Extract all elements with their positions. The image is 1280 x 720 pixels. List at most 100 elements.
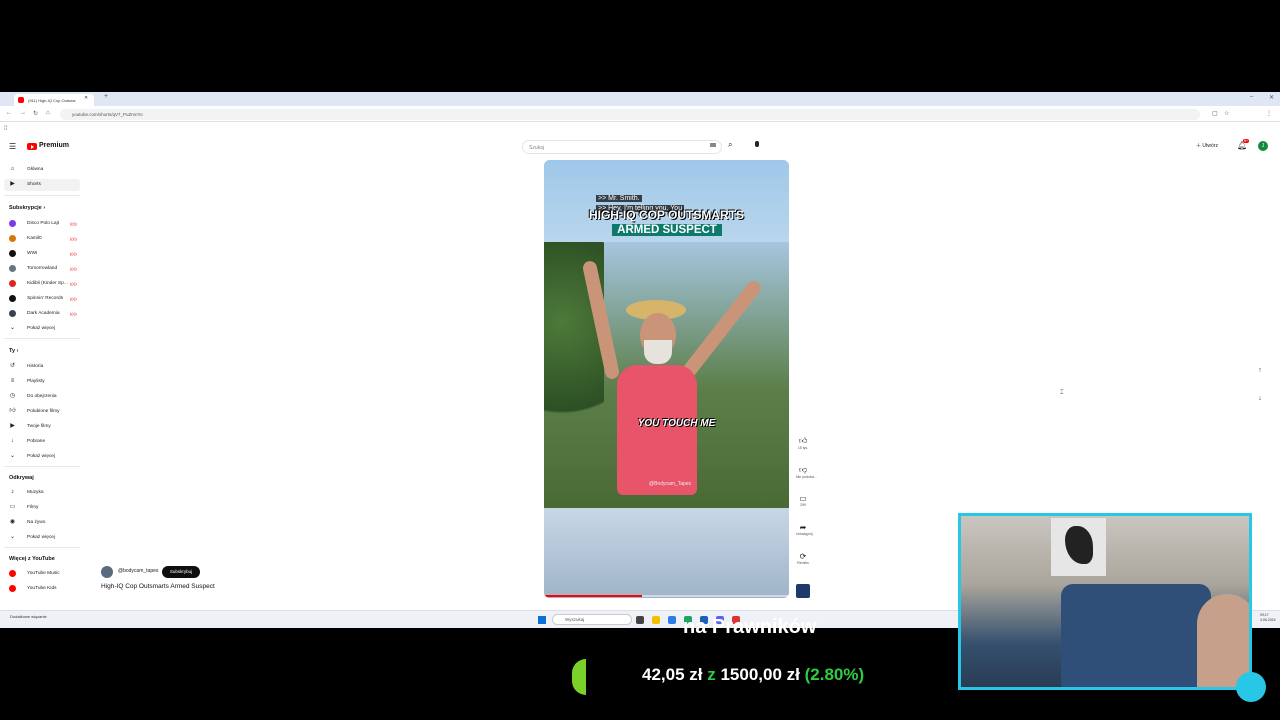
tab-close-icon[interactable]: ✕ bbox=[84, 95, 88, 101]
subscription-item[interactable]: WWI ((•)) bbox=[4, 248, 80, 260]
comment-icon: ▭ bbox=[799, 494, 807, 503]
show-more-button[interactable]: ⌄ Pokaż więcej bbox=[4, 451, 80, 463]
donation-amount: 42,05 zł z 1500,00 zł (2.80%) bbox=[642, 665, 864, 685]
subscription-item[interactable]: Kamil0 ((•)) bbox=[4, 233, 80, 245]
channel-name[interactable]: @bodycam_tapes bbox=[118, 568, 158, 574]
progress-bar[interactable] bbox=[544, 595, 789, 597]
video-title[interactable]: High-IQ Cop Outsmarts Armed Suspect bbox=[101, 583, 215, 590]
video-overlay-title: ARMED SUSPECT bbox=[612, 224, 722, 236]
logo-text[interactable]: Premium bbox=[39, 142, 69, 149]
apps-grid-icon[interactable]: ⁞⁞ bbox=[4, 126, 7, 132]
taskbar-weather[interactable]: Dodatkowe wiązanie bbox=[10, 614, 47, 619]
sidebar-item-history[interactable]: ↺ Historia bbox=[4, 361, 80, 373]
youtube-music-icon bbox=[9, 570, 16, 577]
browser-menu-icon[interactable]: ⋮ bbox=[1266, 110, 1272, 117]
divider bbox=[4, 547, 80, 548]
sidebar-item-shorts[interactable]: ▶ Shorts bbox=[4, 179, 80, 191]
subscriptions-heading-label: Subskrypcje bbox=[9, 205, 42, 211]
live-indicator-icon: ((•)) bbox=[70, 296, 77, 301]
progress-fill bbox=[544, 595, 642, 597]
previous-short-arrow-up-icon[interactable]: ↑ bbox=[1254, 367, 1266, 379]
back-icon[interactable]: ← bbox=[6, 110, 12, 116]
sidebar-item-label: Historia bbox=[27, 364, 44, 369]
windows-start-icon[interactable] bbox=[538, 616, 546, 624]
next-short-arrow-down-icon[interactable]: ↓ bbox=[1254, 395, 1266, 407]
show-more-button[interactable]: ⌄ Pokaż więcej bbox=[4, 323, 80, 335]
sidebar-item-label: YouTube Music bbox=[27, 571, 60, 576]
sidebar-item-downloads[interactable]: ↓ Pobrane bbox=[4, 436, 80, 448]
tab-title: (911) High-IQ Cop Outsma bbox=[28, 98, 76, 103]
minimize-icon[interactable]: – bbox=[1250, 94, 1253, 100]
search-input[interactable]: Szukaj bbox=[522, 140, 722, 154]
like-button[interactable]: 👍︎ 15 tys. bbox=[796, 436, 810, 450]
home-browser-icon[interactable]: ⌂ bbox=[46, 110, 50, 116]
subscription-item[interactable]: Dark Academia ((•)) bbox=[4, 308, 80, 320]
sidebar-item-label: YouTube Kids bbox=[27, 586, 57, 591]
comments-button[interactable]: ▭ 299 bbox=[796, 494, 810, 507]
you-heading[interactable]: Ty › bbox=[9, 348, 18, 354]
search-icon[interactable]: ⌕ bbox=[728, 140, 732, 150]
sidebar-item-music[interactable]: ♪ Muzyka bbox=[4, 487, 80, 499]
edge-browser-icon[interactable] bbox=[668, 616, 676, 624]
channel-avatar bbox=[9, 220, 16, 227]
keyboard-icon[interactable] bbox=[710, 143, 716, 147]
youtube-header: ☰ Premium Szukaj ⌕ ＋ Utwórz 🔔︎ 9+ J bbox=[0, 136, 1280, 158]
sidebar-item-your-videos[interactable]: ▶ Twoje filmy bbox=[4, 421, 80, 433]
sidebar-item-live[interactable]: ◉ Na żywo bbox=[4, 517, 80, 529]
extension-icon[interactable]: ▢ bbox=[1212, 110, 1218, 117]
video-burned-subtitle: YOU TOUCH ME bbox=[637, 418, 716, 429]
shorts-icon: ▶ bbox=[10, 181, 15, 187]
bookmark-star-icon[interactable]: ☆ bbox=[1224, 110, 1229, 117]
browser-tab[interactable]: (911) High-IQ Cop Outsma bbox=[14, 94, 94, 106]
forward-icon[interactable]: → bbox=[20, 110, 26, 116]
subscription-item[interactable]: Disco Polo Lajt ((•)) bbox=[4, 218, 80, 230]
sidebar-item-youtube-kids[interactable]: YouTube Kids bbox=[4, 583, 80, 595]
file-explorer-icon[interactable] bbox=[652, 616, 660, 624]
microphone-icon[interactable] bbox=[754, 141, 760, 151]
avatar[interactable]: J bbox=[1258, 141, 1268, 151]
sidebar-item-home[interactable]: ⌂ Główna bbox=[4, 164, 80, 176]
close-window-icon[interactable]: ✕ bbox=[1269, 94, 1274, 101]
subscription-label: Kamil0 bbox=[27, 236, 42, 241]
youtube-favicon-icon bbox=[18, 97, 24, 103]
sound-thumbnail[interactable] bbox=[796, 584, 810, 598]
subscription-item[interactable]: Kidibli (Kinder Sp... ((•)) bbox=[4, 278, 80, 290]
clock-icon: ◷ bbox=[9, 393, 16, 399]
playlist-icon: ≡ bbox=[10, 378, 15, 384]
create-button[interactable]: ＋ Utwórz bbox=[1196, 142, 1218, 149]
channel-avatar bbox=[9, 250, 16, 257]
new-tab-icon[interactable]: + bbox=[104, 93, 108, 100]
sidebar-item-playlists[interactable]: ≡ Playlisty bbox=[4, 376, 80, 388]
subscribe-button[interactable]: Subskrybuj bbox=[162, 566, 200, 578]
sidebar-item-youtube-music[interactable]: YouTube Music bbox=[4, 568, 80, 580]
browser-tabstrip: (911) High-IQ Cop Outsma ✕ + – ✕ bbox=[0, 92, 1280, 106]
more-from-youtube-heading: Więcej z YouTube bbox=[9, 556, 55, 562]
chevron-down-icon: ⌄ bbox=[9, 534, 16, 540]
remix-label: Remiks bbox=[797, 561, 809, 565]
taskbar-clock[interactable]: 09:17 4.06.2024 bbox=[1260, 613, 1276, 623]
live-indicator-icon: ((•)) bbox=[70, 221, 77, 226]
subscription-label: WWI bbox=[27, 251, 38, 256]
reload-icon[interactable]: ↻ bbox=[33, 110, 38, 117]
dislike-button[interactable]: 👎︎ Nie podoba... bbox=[796, 465, 817, 479]
subscription-item[interactable]: Spinnin' Records ((•)) bbox=[4, 293, 80, 305]
remix-button[interactable]: ⟳ Remiks bbox=[796, 552, 810, 565]
shorts-video-player[interactable]: >> Mr. Smith. >> Hey, I'm telling you. Y… bbox=[544, 160, 789, 598]
share-button[interactable]: ➦ Udostępnij bbox=[796, 523, 813, 536]
subscriptions-heading[interactable]: Subskrypcje › bbox=[9, 205, 45, 211]
sidebar-item-label: Do obejrzenia bbox=[27, 394, 57, 399]
task-view-icon[interactable] bbox=[636, 616, 644, 624]
sidebar-item-label: Główna bbox=[27, 167, 44, 172]
explore-heading: Odkrywaj bbox=[9, 475, 34, 481]
menu-icon[interactable]: ☰ bbox=[9, 142, 16, 151]
share-label: Udostępnij bbox=[796, 532, 813, 536]
sidebar-item-films[interactable]: ▭ Filmy bbox=[4, 502, 80, 514]
subscription-item[interactable]: Tomorrowland ((•)) bbox=[4, 263, 80, 275]
show-more-button[interactable]: ⌄ Pokaż więcej bbox=[4, 532, 80, 544]
taskbar-search-input[interactable]: Wyszukaj bbox=[552, 614, 632, 625]
channel-avatar[interactable] bbox=[101, 566, 113, 578]
sidebar-item-watch-later[interactable]: ◷ Do obejrzenia bbox=[4, 391, 80, 403]
sidebar-item-liked[interactable]: 👍︎ Polubione filmy bbox=[4, 406, 80, 418]
youtube-logo-icon[interactable] bbox=[27, 143, 37, 150]
url-field[interactable]: youtube.com/shorts/qV7_PuZmnYo bbox=[60, 109, 1200, 120]
